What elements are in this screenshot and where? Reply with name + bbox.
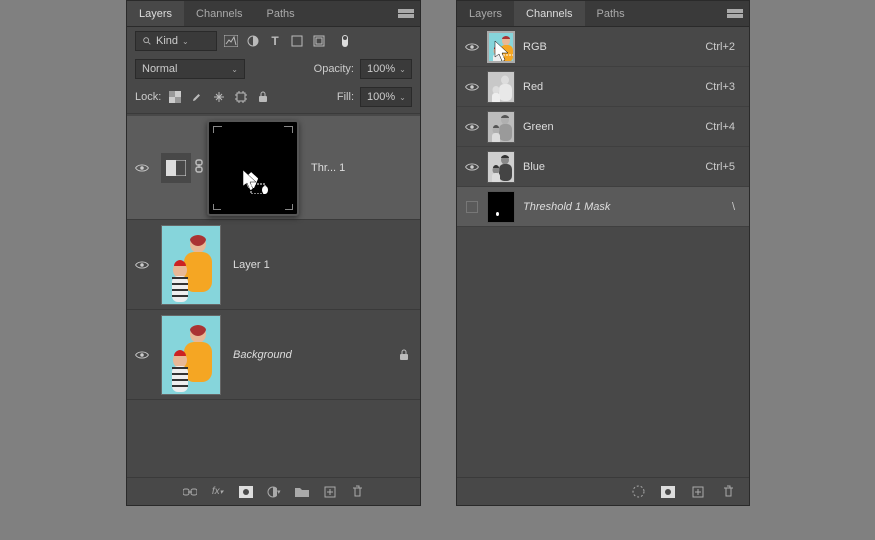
layers-bottom-toolbar: fx▾ ▾ bbox=[127, 477, 420, 505]
tab-channels[interactable]: Channels bbox=[514, 1, 584, 26]
lock-position-icon[interactable] bbox=[211, 89, 227, 105]
cursor-icon bbox=[241, 168, 267, 194]
channels-bottom-toolbar bbox=[457, 477, 749, 505]
layer-name[interactable]: Thr... 1 bbox=[303, 162, 345, 174]
channel-thumbnail[interactable] bbox=[487, 151, 515, 183]
add-mask-icon[interactable] bbox=[239, 485, 253, 499]
layers-panel: Layers Channels Paths Kind ⌄ T Normal bbox=[126, 0, 421, 506]
channel-row-rgb[interactable]: RGB Ctrl+2 bbox=[457, 27, 749, 67]
channel-row-red[interactable]: Red Ctrl+3 bbox=[457, 67, 749, 107]
channels-panel: Layers Channels Paths bbox=[456, 0, 750, 506]
tab-channels[interactable]: Channels bbox=[184, 1, 254, 26]
channel-shortcut: Ctrl+2 bbox=[705, 41, 743, 53]
layer-name[interactable]: Layer 1 bbox=[225, 259, 270, 271]
channel-list: RGB Ctrl+2 Red Ctrl+3 bbox=[457, 27, 749, 477]
save-selection-icon[interactable] bbox=[661, 485, 675, 499]
channel-name: Blue bbox=[515, 161, 705, 173]
layer-mask-link-icon[interactable] bbox=[195, 159, 203, 176]
tab-layers[interactable]: Layers bbox=[457, 1, 514, 26]
layer-filter-row: Kind ⌄ T bbox=[127, 27, 420, 55]
channel-name: RGB bbox=[515, 41, 705, 53]
visibility-toggle[interactable] bbox=[135, 163, 149, 173]
lock-fill-row: Lock: Fill: 100%⌄ bbox=[127, 83, 420, 111]
tab-paths[interactable]: Paths bbox=[255, 1, 307, 26]
filter-shape-icon[interactable] bbox=[289, 33, 305, 49]
layer-fx-icon[interactable]: fx▾ bbox=[211, 485, 225, 499]
channel-row-green[interactable]: Green Ctrl+4 bbox=[457, 107, 749, 147]
channel-thumbnail[interactable] bbox=[487, 71, 515, 103]
lock-transparent-icon[interactable] bbox=[167, 89, 183, 105]
layer-row-layer1[interactable]: Layer 1 bbox=[127, 220, 420, 310]
blend-opacity-row: Normal ⌄ Opacity: 100%⌄ bbox=[127, 55, 420, 83]
filter-type-dropdown[interactable]: Kind ⌄ bbox=[135, 31, 217, 51]
layer-lock-icon[interactable] bbox=[392, 349, 416, 361]
channel-shortcut: \ bbox=[732, 201, 743, 213]
channel-shortcut: Ctrl+5 bbox=[705, 161, 743, 173]
visibility-toggle[interactable] bbox=[465, 82, 479, 92]
filter-type-text-icon[interactable]: T bbox=[267, 33, 283, 49]
opacity-field[interactable]: 100%⌄ bbox=[360, 59, 412, 79]
visibility-toggle[interactable] bbox=[135, 260, 149, 270]
lock-label: Lock: bbox=[135, 91, 161, 103]
tab-paths[interactable]: Paths bbox=[585, 1, 637, 26]
channel-thumbnail[interactable] bbox=[487, 31, 515, 63]
tab-layers[interactable]: Layers bbox=[127, 1, 184, 26]
channel-row-blue[interactable]: Blue Ctrl+5 bbox=[457, 147, 749, 187]
filter-toggle-icon[interactable] bbox=[337, 33, 353, 49]
blend-mode-dropdown[interactable]: Normal ⌄ bbox=[135, 59, 245, 79]
lock-artboard-icon[interactable] bbox=[233, 89, 249, 105]
load-selection-icon[interactable] bbox=[631, 485, 645, 499]
channel-name: Red bbox=[515, 81, 705, 93]
link-layers-icon[interactable] bbox=[183, 485, 197, 499]
lock-paint-icon[interactable] bbox=[189, 89, 205, 105]
new-group-icon[interactable] bbox=[295, 485, 309, 499]
channel-row-threshold-mask[interactable]: Threshold 1 Mask \ bbox=[457, 187, 749, 227]
channel-thumbnail[interactable] bbox=[487, 191, 515, 223]
filter-adjustment-icon[interactable] bbox=[245, 33, 261, 49]
fill-field[interactable]: 100%⌄ bbox=[360, 87, 412, 107]
panel-menu-icon[interactable] bbox=[398, 9, 414, 19]
visibility-toggle[interactable] bbox=[465, 162, 479, 172]
channel-shortcut: Ctrl+3 bbox=[705, 81, 743, 93]
cursor-icon bbox=[493, 39, 515, 63]
visibility-toggle[interactable] bbox=[135, 350, 149, 360]
lock-all-icon[interactable] bbox=[255, 89, 271, 105]
layer-list: Thr... 1 bbox=[127, 116, 420, 477]
new-layer-icon[interactable] bbox=[323, 485, 337, 499]
visibility-toggle[interactable] bbox=[465, 122, 479, 132]
layer-row-threshold[interactable]: Thr... 1 bbox=[127, 116, 420, 220]
channel-name: Threshold 1 Mask bbox=[515, 201, 732, 213]
channel-thumbnail[interactable] bbox=[487, 111, 515, 143]
layer-thumbnail[interactable] bbox=[161, 225, 221, 305]
opacity-label: Opacity: bbox=[314, 63, 354, 75]
layer-thumbnail[interactable] bbox=[161, 315, 221, 395]
delete-channel-icon[interactable] bbox=[721, 485, 735, 499]
new-channel-icon[interactable] bbox=[691, 485, 705, 499]
layer-mask-thumbnail[interactable] bbox=[207, 120, 299, 216]
visibility-toggle-empty[interactable] bbox=[466, 201, 478, 213]
layers-panel-tabs: Layers Channels Paths bbox=[127, 1, 420, 27]
visibility-toggle[interactable] bbox=[465, 42, 479, 52]
panel-menu-icon[interactable] bbox=[727, 9, 743, 19]
new-adjustment-icon[interactable]: ▾ bbox=[267, 485, 281, 499]
adjustment-layer-icon bbox=[161, 153, 191, 183]
channel-shortcut: Ctrl+4 bbox=[705, 121, 743, 133]
layer-row-background[interactable]: Background bbox=[127, 310, 420, 400]
channel-name: Green bbox=[515, 121, 705, 133]
delete-layer-icon[interactable] bbox=[351, 485, 365, 499]
channels-panel-tabs: Layers Channels Paths bbox=[457, 1, 749, 27]
filter-smartobj-icon[interactable] bbox=[311, 33, 327, 49]
filter-pixel-icon[interactable] bbox=[223, 33, 239, 49]
fill-label: Fill: bbox=[337, 91, 354, 103]
layer-name[interactable]: Background bbox=[225, 349, 292, 361]
